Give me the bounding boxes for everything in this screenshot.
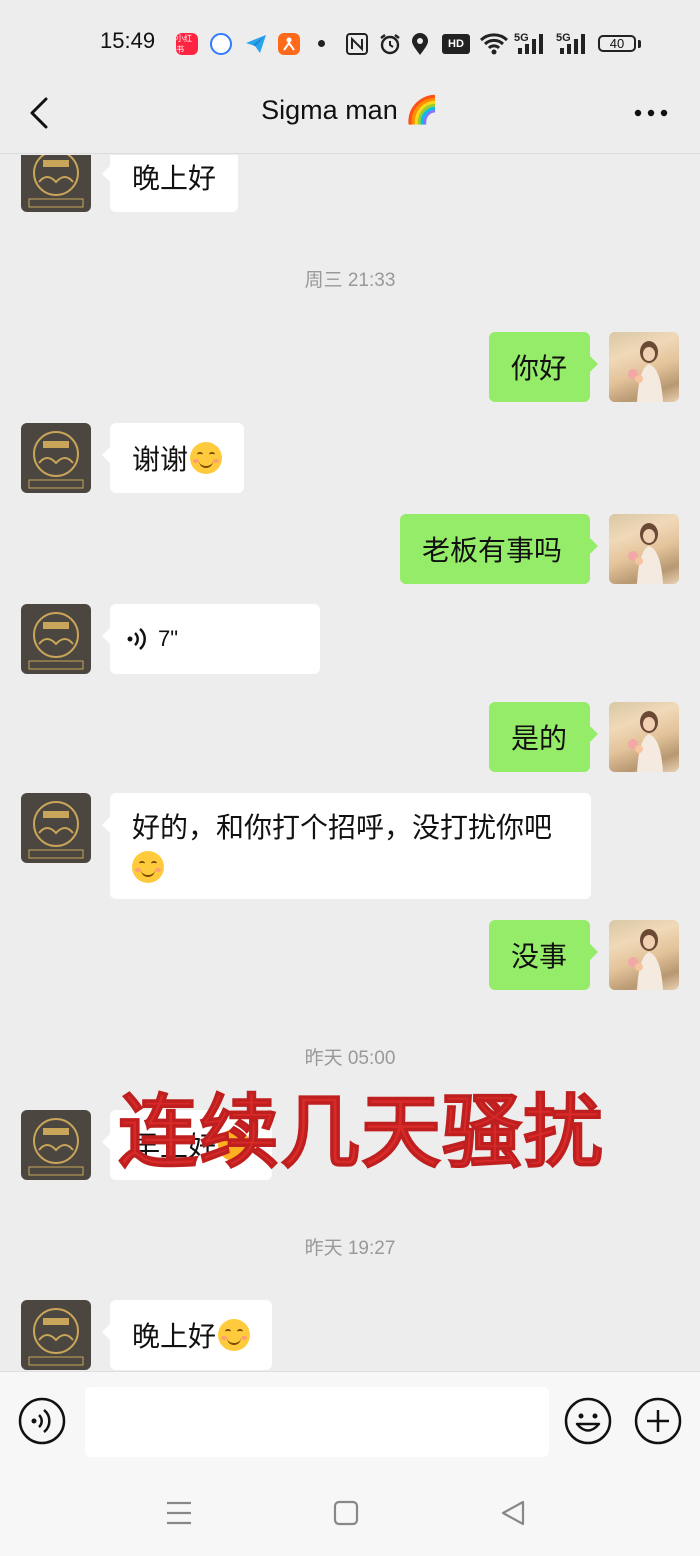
voice-input-button[interactable] xyxy=(18,1397,66,1449)
message-bubble-received[interactable]: 好的，和你打个招呼，没打扰你吧 xyxy=(102,793,591,899)
smile-emoji-icon xyxy=(218,1319,251,1351)
signal-5g-icon-1: 5G xyxy=(514,30,550,60)
voice-icon xyxy=(18,1397,66,1445)
my-avatar[interactable] xyxy=(609,920,679,990)
my-avatar[interactable] xyxy=(609,702,679,772)
chat-area[interactable]: 晚上好 周三 21:33 你好 谢谢 老板有事吗 7" 是的 好的，和你打个招呼… xyxy=(0,155,700,1371)
message-text: 谢谢 xyxy=(132,443,189,476)
svg-text:5G: 5G xyxy=(556,32,571,44)
plus-circle-icon xyxy=(634,1397,682,1445)
system-back-button[interactable] xyxy=(499,1499,527,1531)
browser-app-icon xyxy=(210,33,232,55)
paper-plane-app-icon xyxy=(244,32,268,60)
message-bubble-received[interactable]: 晚上好 xyxy=(101,155,239,212)
notification-dot-icon xyxy=(318,40,325,47)
timestamp: 周三 21:33 xyxy=(304,270,396,291)
voice-duration: 7" xyxy=(158,626,179,651)
message-text: 好的，和你打个招呼，没打扰你吧 xyxy=(132,811,553,844)
jingdong-app-icon xyxy=(278,33,300,55)
overlay-caption: 连续几天骚扰 xyxy=(118,1086,604,1180)
contact-avatar[interactable] xyxy=(21,1110,91,1180)
battery-tip xyxy=(638,40,641,48)
timestamp: 昨天 19:27 xyxy=(304,1238,396,1259)
message-bubble-sent[interactable]: 是的 xyxy=(489,702,598,772)
status-time: 15:49 xyxy=(100,28,156,53)
home-button[interactable] xyxy=(333,1500,359,1530)
message-text: 晚上好 xyxy=(132,1320,217,1353)
smile-emoji-icon xyxy=(190,442,223,474)
chat-title: Sigma man 🌈 xyxy=(261,95,439,125)
square-home-icon xyxy=(333,1500,359,1526)
voice-wave-icon xyxy=(127,628,146,650)
hd-voice-icon: HD xyxy=(442,34,470,54)
message-text: 是的 xyxy=(511,722,568,755)
emoji-button[interactable] xyxy=(564,1397,612,1449)
more-dots-icon xyxy=(634,109,668,117)
my-avatar[interactable] xyxy=(609,514,679,584)
contact-avatar[interactable] xyxy=(21,1300,91,1370)
contact-avatar[interactable] xyxy=(21,793,91,863)
menu-lines-icon xyxy=(167,1501,191,1525)
timestamp: 昨天 05:00 xyxy=(304,1048,396,1069)
contact-avatar[interactable] xyxy=(21,155,91,212)
voice-message-bubble[interactable]: 7" xyxy=(102,604,320,674)
contact-avatar[interactable] xyxy=(21,423,91,493)
battery-indicator: 40 xyxy=(598,35,636,52)
message-text: 你好 xyxy=(511,352,568,385)
message-bubble-sent[interactable]: 老板有事吗 xyxy=(400,514,598,584)
alarm-icon xyxy=(378,32,402,60)
message-bubble-sent[interactable]: 你好 xyxy=(489,332,598,402)
message-bubble-received[interactable]: 晚上好 xyxy=(101,1300,273,1370)
smile-emoji-icon xyxy=(132,851,164,883)
recent-apps-button[interactable] xyxy=(165,1500,193,1530)
message-input[interactable] xyxy=(85,1387,549,1457)
wifi-icon xyxy=(479,32,509,60)
more-options-button[interactable] xyxy=(626,96,676,130)
message-text: 晚上好 xyxy=(132,162,217,195)
add-more-button[interactable] xyxy=(634,1397,682,1449)
nfc-icon xyxy=(346,33,368,59)
xiaohongshu-app-icon: 小红书 xyxy=(176,33,198,55)
svg-text:5G: 5G xyxy=(514,32,529,44)
message-bubble-sent[interactable]: 没事 xyxy=(489,920,598,990)
signal-5g-icon-2: 5G xyxy=(556,30,592,60)
triangle-back-icon xyxy=(501,1500,525,1526)
message-text: 老板有事吗 xyxy=(422,534,563,567)
status-bar: 15:49 小红书 HD 5G 5G 40 xyxy=(0,0,700,88)
my-avatar[interactable] xyxy=(609,332,679,402)
emoji-face-icon xyxy=(564,1397,612,1445)
message-text: 没事 xyxy=(511,940,568,973)
message-bubble-received[interactable]: 谢谢 xyxy=(101,423,245,493)
location-icon xyxy=(410,32,430,60)
contact-avatar[interactable] xyxy=(21,604,91,674)
